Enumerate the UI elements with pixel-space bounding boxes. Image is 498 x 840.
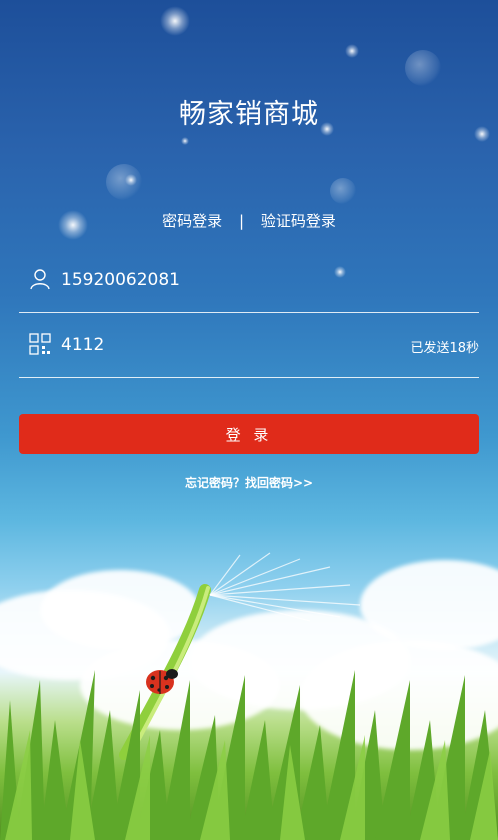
login-mode-switch: 密码登录 | 验证码登录: [0, 210, 498, 231]
code-input[interactable]: [61, 327, 381, 363]
user-icon: [30, 269, 50, 290]
phone-input[interactable]: [61, 262, 381, 298]
login-button[interactable]: 登 录: [19, 414, 479, 454]
tab-password-login[interactable]: 密码登录: [162, 210, 222, 231]
forgot-password-link[interactable]: 忘记密码？找回密码>>: [0, 474, 498, 491]
app-title: 畅家销商城: [179, 99, 319, 130]
tab-sms-login[interactable]: 验证码登录: [261, 210, 336, 231]
grass-field: [0, 670, 498, 840]
phone-field: [19, 252, 479, 313]
tab-separator: |: [238, 212, 245, 230]
code-field: 已发送18秒: [19, 317, 479, 378]
qrcode-icon: [29, 333, 51, 355]
ladybug-image: [146, 669, 178, 694]
code-countdown: 已发送18秒: [410, 341, 479, 356]
dandelion-seeds: [209, 552, 361, 622]
